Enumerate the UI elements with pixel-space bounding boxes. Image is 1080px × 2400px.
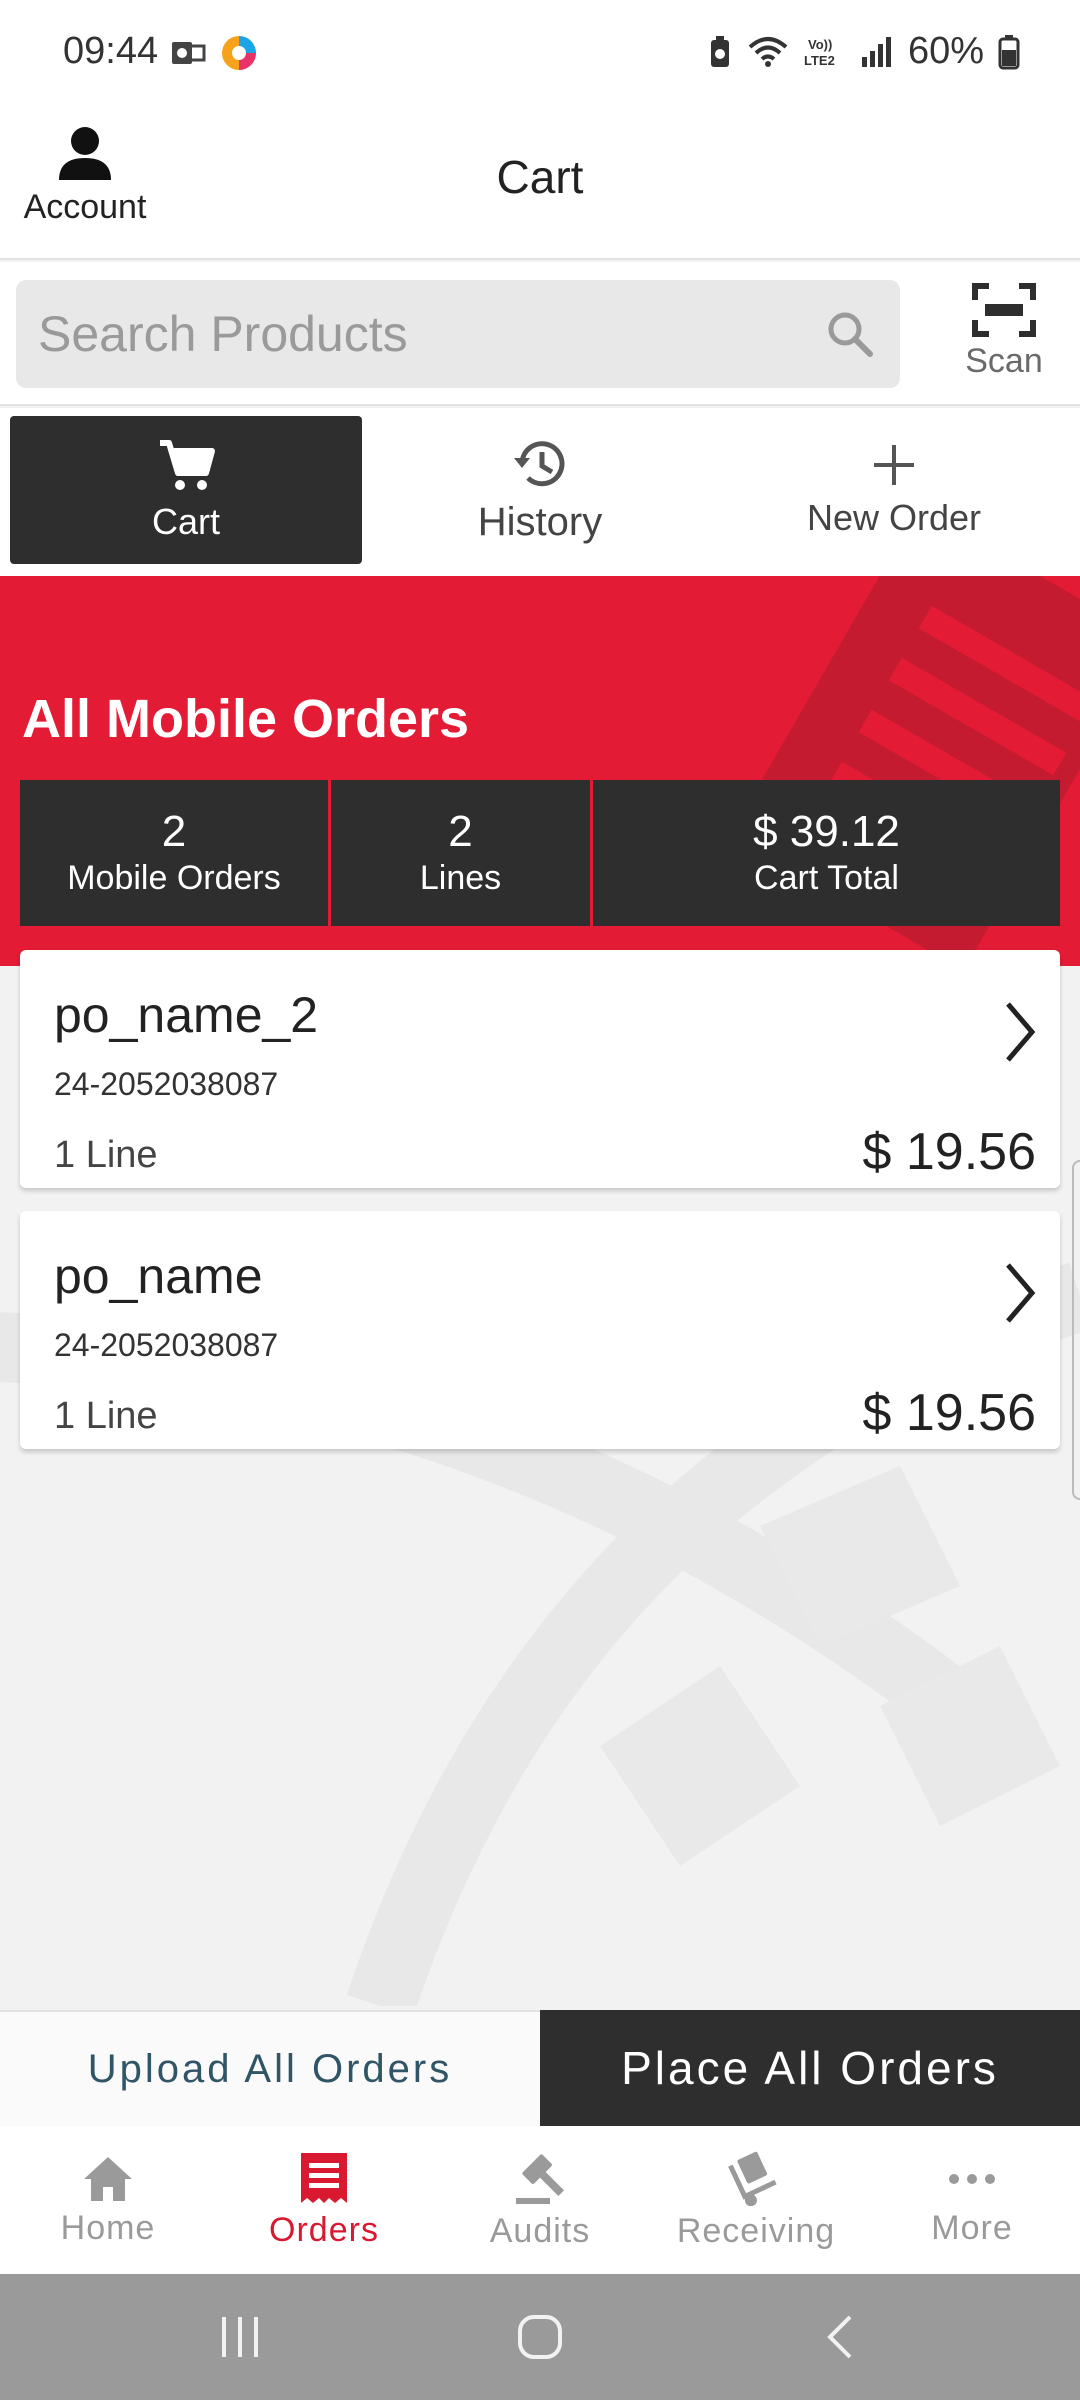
orders-summary-banner: All Mobile Orders 2 Mobile Orders 2 Line… [0, 576, 1080, 966]
scrollbar[interactable] [1072, 1160, 1080, 1500]
order-total: $ 19.56 [862, 1123, 1037, 1181]
orders-icon [301, 2152, 347, 2203]
barcode-scan-icon [972, 283, 1036, 337]
stat-mobile-orders: 2 Mobile Orders [20, 780, 328, 926]
history-icon [514, 440, 565, 486]
order-stats: 2 Mobile Orders 2 Lines $ 39.12 Cart Tot… [20, 780, 1060, 926]
order-name: po_name [54, 1248, 263, 1304]
app-icon [222, 36, 256, 70]
more-icon [949, 2173, 995, 2184]
chevron-right-icon [1006, 1002, 1036, 1062]
tab-cart-label: Cart [151, 501, 220, 542]
svg-text:LTE2: LTE2 [804, 53, 835, 68]
search-box [16, 280, 900, 388]
tab-new-order[interactable]: New Order [718, 416, 1070, 564]
order-number: 24-2052038087 [54, 1066, 279, 1102]
nav-orders-label: Orders [269, 2210, 379, 2249]
system-nav-bar [0, 2274, 1080, 2400]
battery-icon [998, 34, 1020, 69]
tab-history-label: History [477, 499, 603, 544]
cart-tabs: Cart History New Order [0, 408, 1080, 576]
status-notification-icons [170, 34, 258, 72]
nav-receiving[interactable]: Receiving [648, 2126, 864, 2274]
gavel-icon [516, 2153, 565, 2204]
battery-percent: 60% [907, 30, 984, 72]
tab-cart[interactable]: Cart [10, 416, 362, 564]
order-card[interactable]: po_name 24-2052038087 1 Line $ 19.56 [20, 1211, 1060, 1449]
home-system-button[interactable] [460, 2274, 620, 2400]
nav-audits[interactable]: Audits [432, 2126, 648, 2274]
tab-new-order-label: New Order [806, 497, 982, 538]
volte-icon: Vo)) LTE2 [804, 37, 835, 68]
wifi-icon [748, 36, 788, 67]
scan-button[interactable]: Scan [944, 282, 1064, 381]
search-icon[interactable] [824, 308, 876, 360]
nav-receiving-label: Receiving [676, 2211, 836, 2250]
stat-mobile-orders-label: Mobile Orders [67, 859, 281, 897]
cart-icon [160, 440, 215, 490]
order-total: $ 19.56 [862, 1384, 1037, 1442]
nav-more[interactable]: More [864, 2126, 1080, 2274]
nav-orders[interactable]: Orders [216, 2126, 432, 2274]
bottom-nav: Home Orders Audits Receiving More [0, 2126, 1080, 2274]
order-line-count: 1 Line [54, 1395, 158, 1437]
order-number: 24-2052038087 [54, 1327, 279, 1363]
stat-cart-total-label: Cart Total [754, 859, 899, 897]
svg-text:Vo)): Vo)) [808, 37, 832, 52]
back-icon [827, 2315, 852, 2359]
banner-title: All Mobile Orders [22, 689, 470, 749]
app-header: Account Cart [0, 110, 1080, 260]
outlook-icon [172, 42, 206, 64]
back-button[interactable] [760, 2274, 920, 2400]
status-system-icons: Vo)) LTE2 60% [708, 30, 1020, 73]
nav-more-label: More [931, 2208, 1013, 2247]
home-icon [84, 2156, 132, 2201]
recent-apps-button[interactable] [160, 2274, 320, 2400]
place-all-orders-button[interactable]: Place All Orders [540, 2010, 1080, 2126]
signal-icon [861, 36, 891, 67]
stat-lines-label: Lines [419, 859, 502, 897]
order-name: po_name_2 [54, 987, 319, 1043]
order-card[interactable]: po_name_2 24-2052038087 1 Line $ 19.56 [20, 950, 1060, 1188]
search-row: Scan [0, 262, 1080, 406]
recent-apps-icon [222, 2317, 258, 2357]
page-title: Cart [496, 151, 584, 203]
status-bar: 09:44 Vo)) LTE2 60% [0, 0, 1080, 110]
dolly-icon [728, 2151, 777, 2206]
stat-cart-total: $ 39.12 Cart Total [593, 780, 1060, 926]
home-circle-icon [518, 2315, 562, 2359]
stat-cart-total-value: $ 39.12 [753, 807, 900, 856]
stat-mobile-orders-value: 2 [161, 807, 187, 856]
order-line-count: 1 Line [54, 1134, 158, 1176]
status-time: 09:44 [63, 30, 159, 72]
search-input[interactable] [38, 280, 818, 388]
scan-label: Scan [965, 342, 1043, 380]
chevron-right-icon [1006, 1263, 1036, 1323]
upload-all-orders-button[interactable]: Upload All Orders [0, 2010, 540, 2126]
battery-saver-icon [710, 35, 729, 67]
nav-home[interactable]: Home [0, 2126, 216, 2274]
tab-history[interactable]: History [364, 416, 716, 564]
plus-icon [874, 445, 914, 485]
stat-lines: 2 Lines [331, 780, 590, 926]
stat-lines-value: 2 [448, 807, 473, 856]
nav-audits-label: Audits [489, 2211, 591, 2250]
action-bar: Upload All Orders Place All Orders [0, 2010, 1080, 2126]
nav-home-label: Home [60, 2208, 156, 2247]
